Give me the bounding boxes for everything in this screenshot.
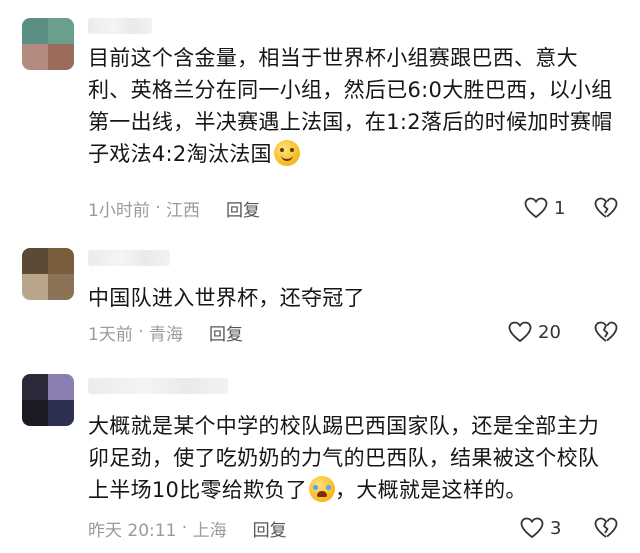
location: 青海 xyxy=(149,324,184,345)
avatar[interactable] xyxy=(22,374,74,426)
comment-text: 目前这个含金量，相当于世界杯小组赛跟巴西、意大利、英格兰分在同一小组，然后已6:… xyxy=(88,42,618,170)
heart-icon xyxy=(524,197,548,219)
broken-heart-icon[interactable] xyxy=(594,516,618,540)
avatar[interactable] xyxy=(22,248,74,300)
heart-icon xyxy=(520,517,544,539)
comment-meta: 1小时前 · 江西 回复 xyxy=(88,196,260,221)
broken-heart-icon[interactable] xyxy=(594,320,618,344)
like-count: 3 xyxy=(550,517,562,539)
like-button[interactable]: 3 xyxy=(520,516,561,540)
comment-meta: 昨天 20:11 · 上海 回复 xyxy=(88,516,287,541)
comment-body: 目前这个含金量，相当于世界杯小组赛跟巴西、意大利、英格兰分在同一小组，然后已6:… xyxy=(88,46,613,166)
like-count: 1 xyxy=(554,197,566,219)
smile-emoji-icon xyxy=(273,140,300,166)
username[interactable] xyxy=(88,18,152,34)
avatar[interactable] xyxy=(22,18,74,70)
reply-button[interactable]: 回复 xyxy=(226,196,260,221)
like-button[interactable]: 20 xyxy=(508,320,561,344)
like-button[interactable]: 1 xyxy=(524,196,565,220)
reply-button[interactable]: 回复 xyxy=(209,320,243,345)
broken-heart-icon[interactable] xyxy=(594,196,618,220)
username[interactable] xyxy=(88,250,170,266)
comment-body-end: ，大概就是这样的。 xyxy=(335,478,527,502)
location: 江西 xyxy=(166,200,201,221)
reply-button[interactable]: 回复 xyxy=(253,516,287,541)
like-count: 20 xyxy=(538,321,561,343)
location: 上海 xyxy=(192,520,227,541)
laughing-crying-emoji-icon xyxy=(309,476,336,502)
timestamp: 昨天 20:11 xyxy=(88,520,177,541)
comment-text: 中国队进入世界杯，还夺冠了 xyxy=(88,282,618,314)
comment-meta: 1天前 · 青海 回复 xyxy=(88,320,243,345)
timestamp: 1天前 xyxy=(88,324,133,345)
username[interactable] xyxy=(88,378,228,394)
timestamp: 1小时前 xyxy=(88,200,150,221)
comment-body: 中国队进入世界杯，还夺冠了 xyxy=(88,286,365,310)
heart-icon xyxy=(508,321,532,343)
comment-text: 大概就是某个中学的校队踢巴西国家队，还是全部主力卯足劲，使了吃奶奶的力气的巴西队… xyxy=(88,410,618,506)
